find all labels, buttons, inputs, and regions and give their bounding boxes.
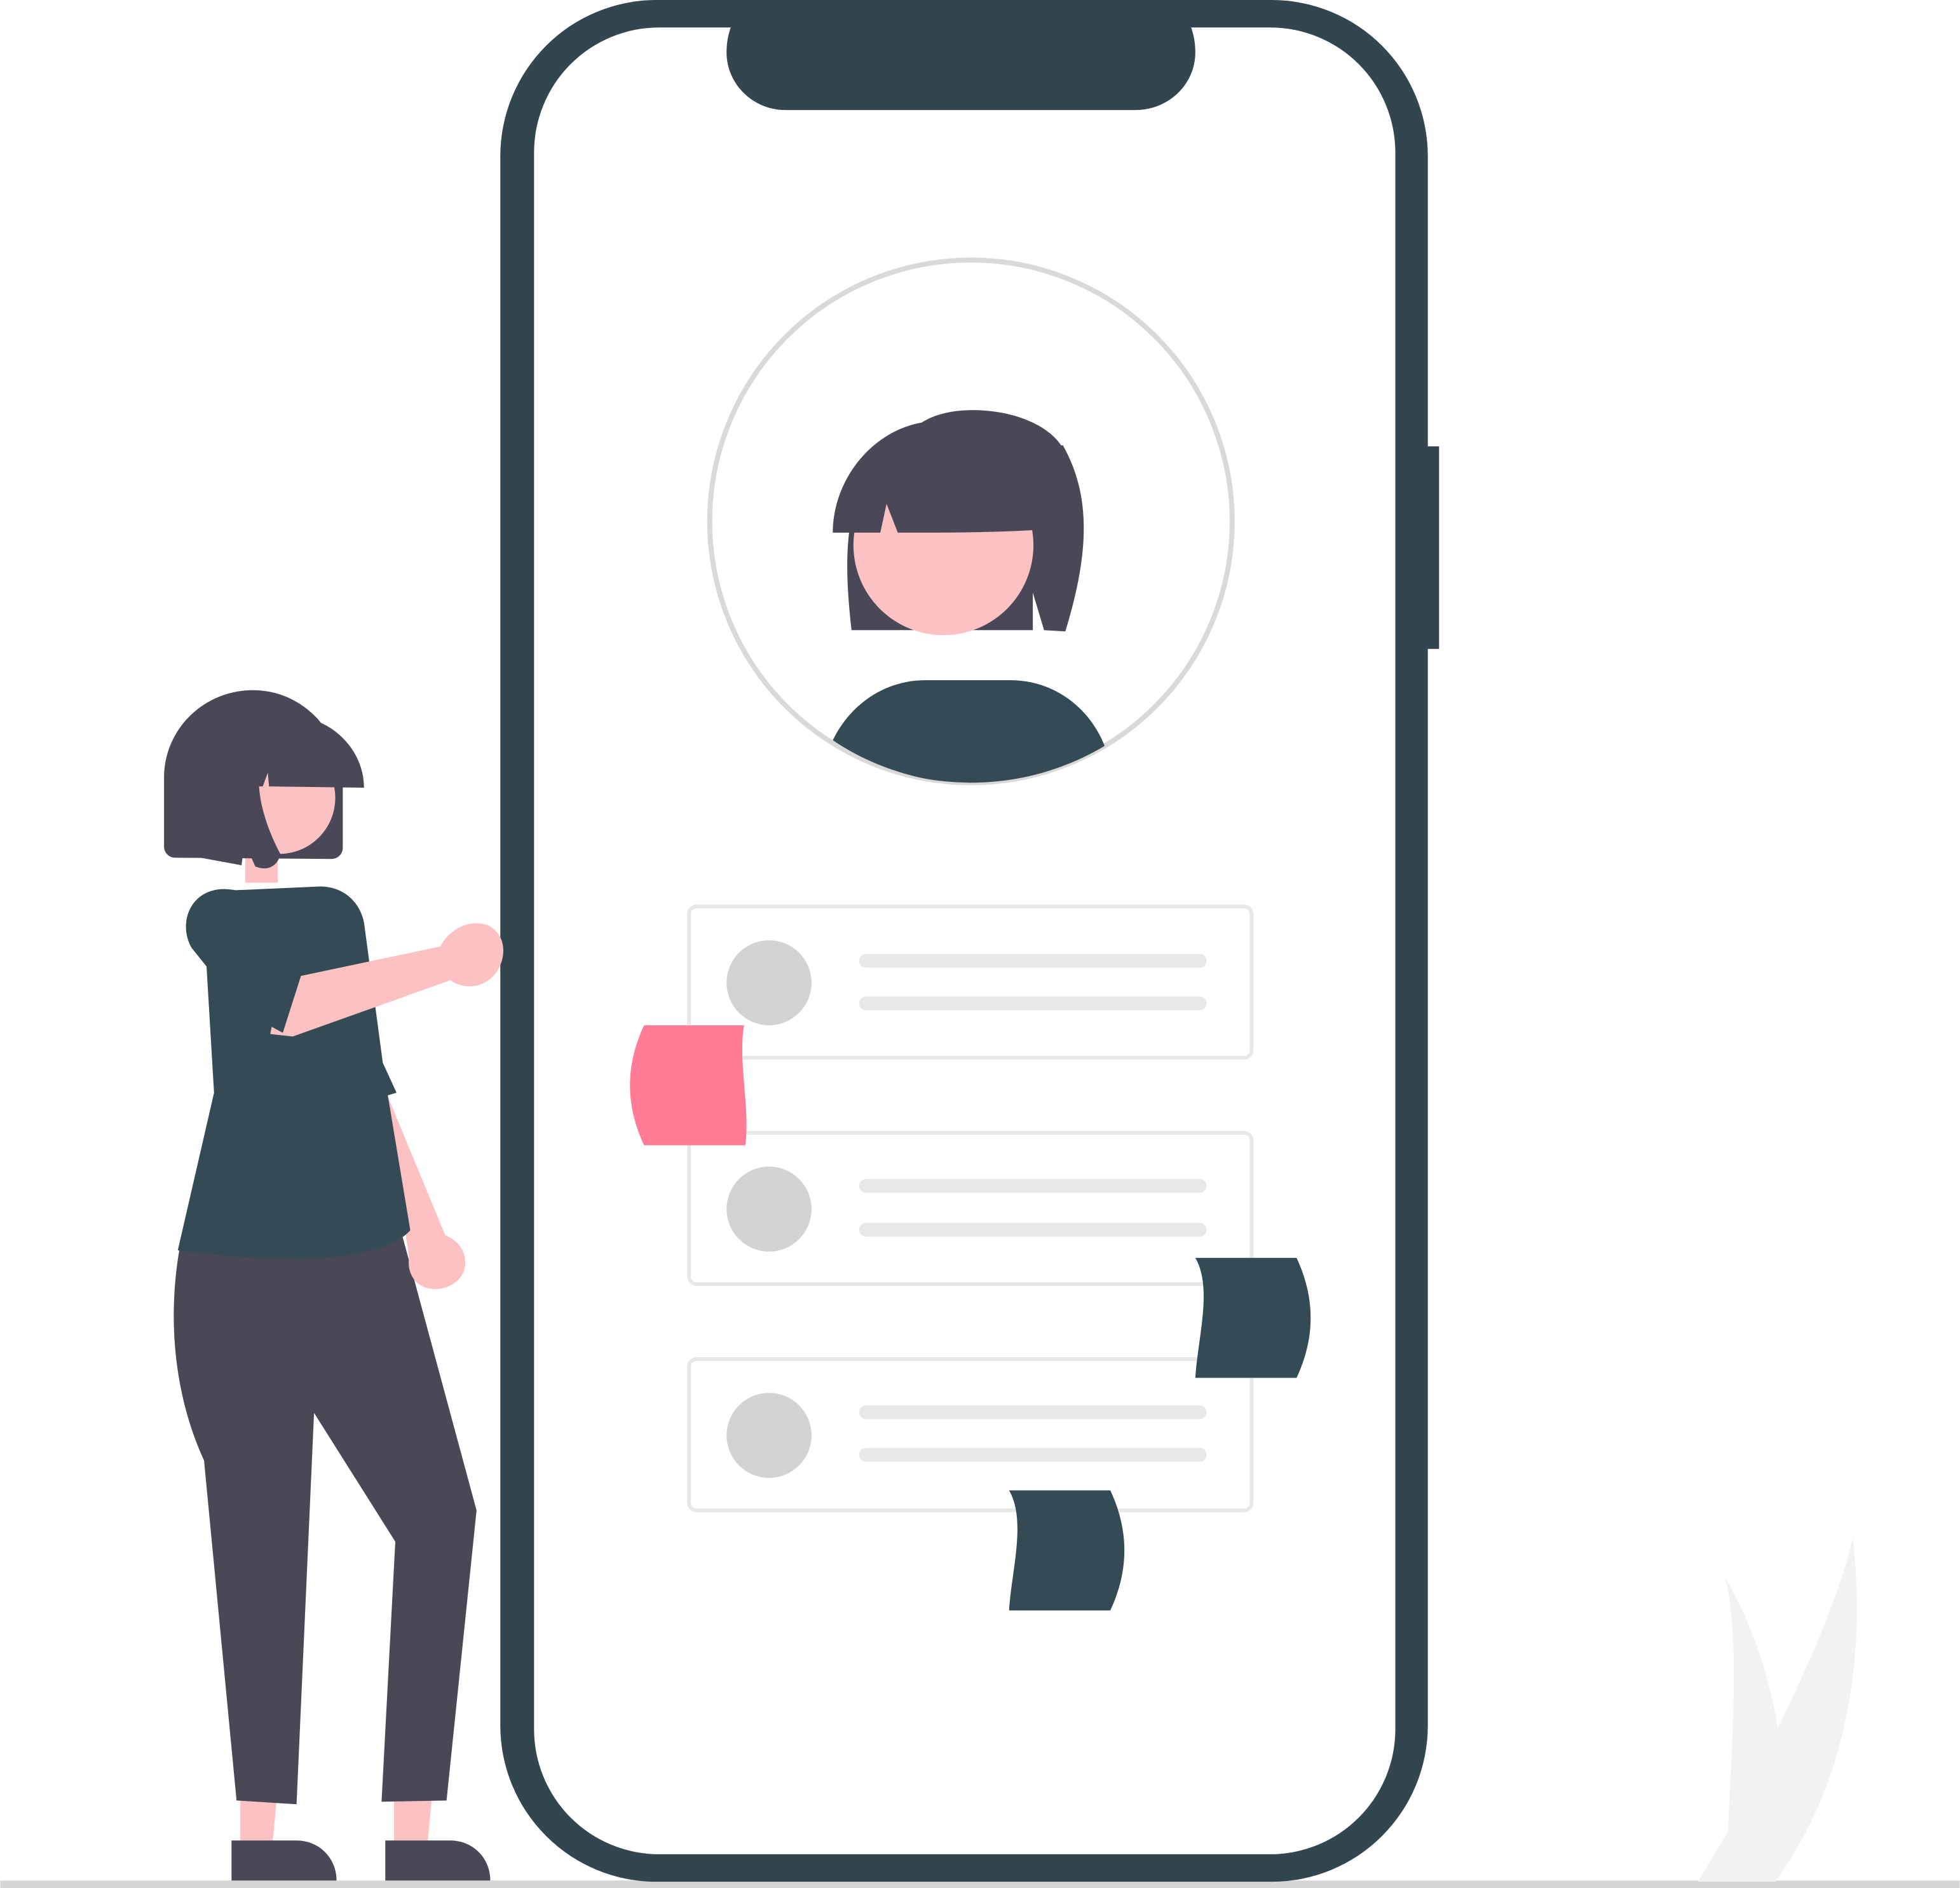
list-avatar-icon [726,1166,812,1252]
phone-notch [726,25,1195,111]
list-item[interactable] [687,905,1254,1060]
list-line-primary [859,1405,1207,1419]
illustration-svg [0,0,1960,1888]
person-shirt [177,886,411,1259]
sticky-note-dark[interactable] [1195,1257,1311,1378]
user-profile-icon [707,257,1235,786]
list-line-secondary [859,996,1207,1011]
list-item[interactable] [687,1357,1254,1512]
list-line-secondary [859,1447,1207,1462]
person-right-shoe [385,1840,491,1881]
sticky-note-dark[interactable] [1009,1490,1125,1611]
standing-person-icon [164,690,503,1881]
illustration-scene [0,0,1960,1888]
list-item[interactable] [687,1131,1254,1286]
list-line-primary [859,1179,1207,1193]
list-line-primary [859,954,1207,968]
person-left-shoe [231,1840,337,1881]
profile-list [687,905,1254,1512]
person-pants [174,1219,477,1805]
list-avatar-icon [726,1393,812,1478]
list-line-secondary [859,1222,1207,1237]
list-avatar-icon [726,940,812,1025]
sticky-note-pink[interactable] [630,1025,747,1146]
plant-icon [1698,1538,1857,1882]
